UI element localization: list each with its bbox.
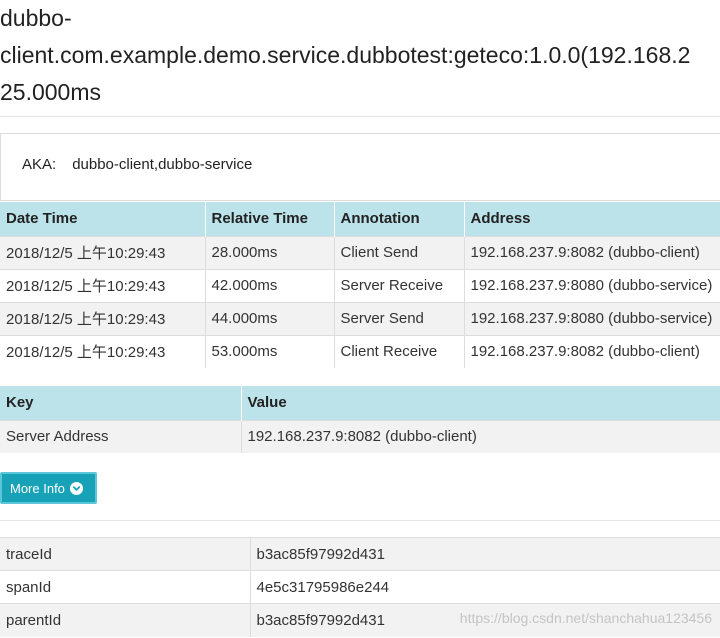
divider xyxy=(0,520,720,521)
aka-line: AKA: dubbo-client,dubbo-service xyxy=(22,156,252,173)
span-title: dubbo- client.com.example.demo.service.d… xyxy=(0,0,720,111)
cell-relative-time: 28.000ms xyxy=(205,235,335,269)
chevron-circle-down-icon xyxy=(69,481,83,495)
cell-address: 192.168.237.9:8082 (dubbo-client) xyxy=(464,235,720,269)
cell-address: 192.168.237.9:8080 (dubbo-service) xyxy=(464,301,720,335)
cell-key: Server Address xyxy=(0,419,242,453)
more-info-label: More Info xyxy=(10,480,65,496)
binary-annotations-table: Key Value Server Address 192.168.237.9:8… xyxy=(0,386,720,453)
binary-header-row: Key Value xyxy=(0,386,720,420)
span-title-line-1: dubbo- xyxy=(0,5,72,31)
watermark: https://blog.csdn.net/shanchahua123456 xyxy=(459,610,712,626)
cell-value: 192.168.237.9:8082 (dubbo-client) xyxy=(241,419,720,453)
column-header-address: Address xyxy=(464,202,720,236)
column-header-value: Value xyxy=(241,386,720,420)
column-header-date-time: Date Time xyxy=(0,202,206,236)
cell-relative-time: 53.000ms xyxy=(205,334,335,368)
cell-annotation: Server Send xyxy=(334,301,465,335)
table-row: 2018/12/5 上午10:29:43 53.000ms Client Rec… xyxy=(0,334,720,368)
aka-label: AKA: xyxy=(22,156,57,173)
annotations-table: Date Time Relative Time Annotation Addre… xyxy=(0,202,720,368)
cell-date-time: 2018/12/5 上午10:29:43 xyxy=(0,334,206,368)
table-row: 2018/12/5 上午10:29:43 28.000ms Client Sen… xyxy=(0,235,720,269)
more-info-button[interactable]: More Info xyxy=(0,472,97,504)
annotations-header-row: Date Time Relative Time Annotation Addre… xyxy=(0,202,720,236)
aka-value: dubbo-client,dubbo-service xyxy=(72,156,253,173)
table-row: 2018/12/5 上午10:29:43 42.000ms Server Rec… xyxy=(0,268,720,302)
table-row: Server Address 192.168.237.9:8082 (dubbo… xyxy=(0,419,720,453)
cell-id-key: traceId xyxy=(0,537,251,571)
cell-id-key: spanId xyxy=(0,570,251,604)
aka-panel: AKA: dubbo-client,dubbo-service xyxy=(0,133,720,201)
cell-id-value: 4e5c31795986e244 xyxy=(250,570,720,604)
column-header-key: Key xyxy=(0,386,242,420)
cell-id-value: b3ac85f97992d431 xyxy=(250,537,720,571)
cell-address: 192.168.237.9:8082 (dubbo-client) xyxy=(464,334,720,368)
span-title-line-2: client.com.example.demo.service.dubbotes… xyxy=(0,42,691,68)
span-title-line-3: 25.000ms xyxy=(0,79,102,105)
column-header-annotation: Annotation xyxy=(334,202,465,236)
cell-date-time: 2018/12/5 上午10:29:43 xyxy=(0,301,206,335)
cell-relative-time: 44.000ms xyxy=(205,301,335,335)
table-row: traceId b3ac85f97992d431 xyxy=(0,537,720,571)
cell-annotation: Client Send xyxy=(334,235,465,269)
table-row: 2018/12/5 上午10:29:43 44.000ms Server Sen… xyxy=(0,301,720,335)
cell-date-time: 2018/12/5 上午10:29:43 xyxy=(0,268,206,302)
divider xyxy=(0,116,720,117)
cell-date-time: 2018/12/5 上午10:29:43 xyxy=(0,235,206,269)
cell-address: 192.168.237.9:8080 (dubbo-service) xyxy=(464,268,720,302)
cell-annotation: Server Receive xyxy=(334,268,465,302)
table-row: spanId 4e5c31795986e244 xyxy=(0,570,720,604)
column-header-relative-time: Relative Time xyxy=(205,202,335,236)
cell-annotation: Client Receive xyxy=(334,334,465,368)
cell-relative-time: 42.000ms xyxy=(205,268,335,302)
cell-id-key: parentId xyxy=(0,603,251,637)
